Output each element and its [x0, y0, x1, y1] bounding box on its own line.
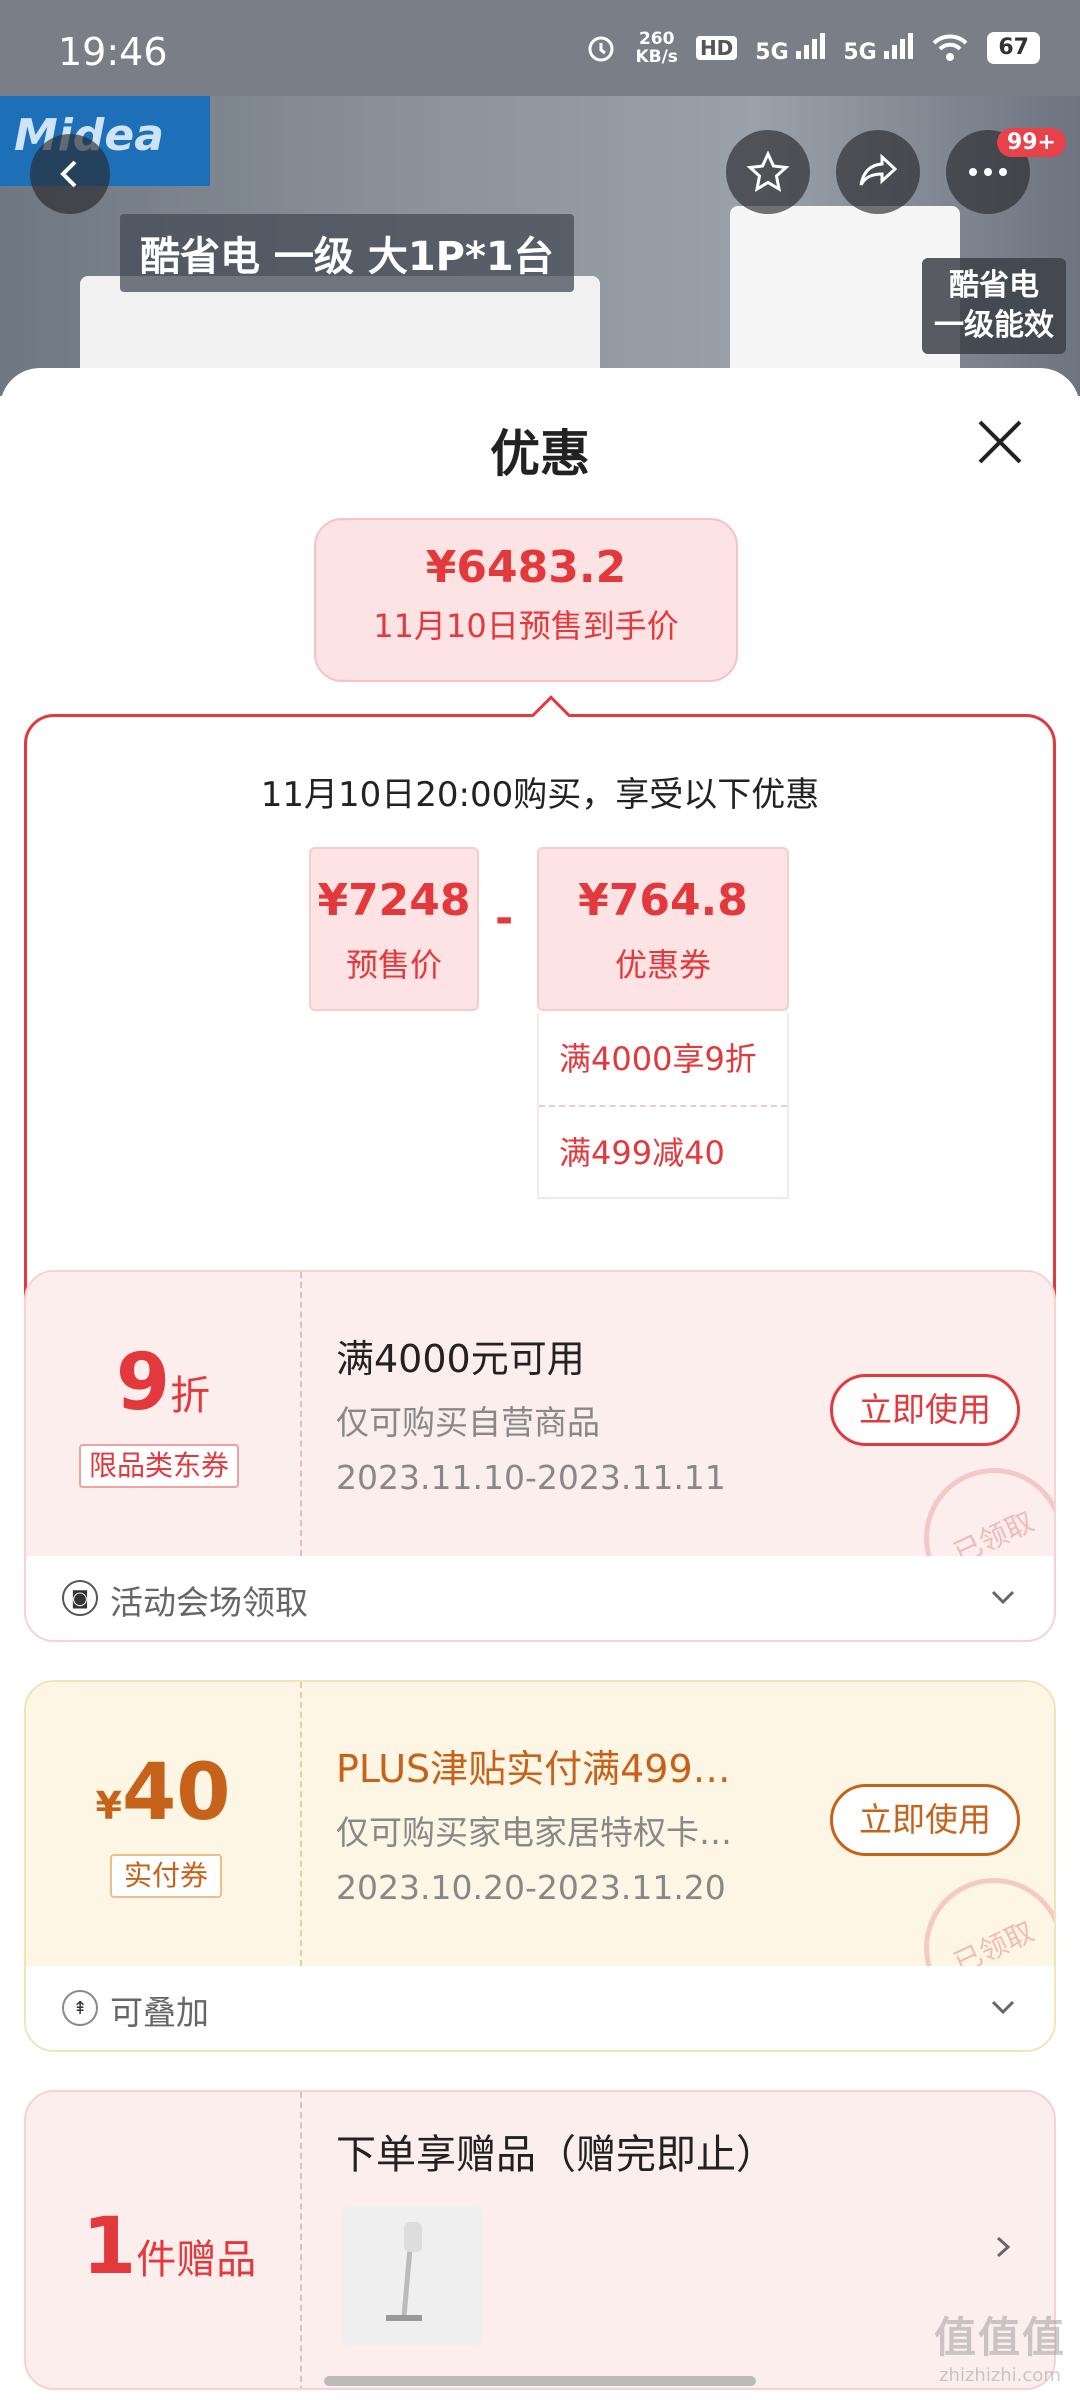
chevron-down-icon[interactable] [986, 1580, 1020, 1614]
presale-price-value: ¥7248 [317, 875, 471, 926]
energy-tag: 酷省电 一级能效 [922, 258, 1066, 354]
gift-title: 下单享赠品（赠完即止） [336, 2132, 776, 2178]
sheet-title: 优惠 [490, 425, 590, 483]
coupon-title: 满4000元可用 [336, 1337, 585, 1381]
coupon-main: ¥40 实付券 PLUS津贴实付满499… 仅可购买家电家居特权卡… 2023.… [26, 1682, 1054, 2042]
coupon-value: ¥40 [26, 1748, 300, 1838]
coupon-footer-text: 可叠加 [110, 1993, 209, 2032]
coupon-currency: ¥ [95, 1784, 122, 1828]
breakdown-headline: 11月10日20:00购买，享受以下优惠 [260, 775, 820, 815]
coupon-total-label: 优惠券 [614, 946, 711, 984]
back-button[interactable] [30, 134, 110, 214]
signal-label: 5G [755, 40, 789, 65]
gift-card[interactable]: 1件赠品 下单享赠品（赠完即止） [24, 2090, 1056, 2390]
coupon-info: PLUS津贴实付满499… 仅可购买家电家居特权卡… 2023.10.20-20… [336, 1682, 1054, 2042]
coupon-info: 满4000元可用 仅可购买自营商品 2023.11.10-2023.11.11 … [336, 1272, 1054, 1632]
final-price-label: 11月10日预售到手价 [373, 607, 679, 645]
use-now-button[interactable]: 立即使用 [830, 1784, 1020, 1856]
coupon-footer[interactable]: ⇞ 可叠加 [26, 1966, 1054, 2050]
coupon-type-tag: 实付券 [110, 1854, 223, 1898]
product-banner: Midea 酷省电 一级 大1P*1台 酷省电 一级能效 [0, 96, 1080, 396]
alarm-icon [588, 36, 614, 62]
signal-5g-2: 5G [843, 31, 914, 65]
chevron-right-icon[interactable] [988, 2232, 1018, 2262]
gift-count-unit: 件赠品 [136, 2237, 257, 2283]
coupon-date: 2023.11.10-2023.11.11 [336, 1458, 726, 1497]
coupon-value-area: ¥40 实付券 [26, 1682, 302, 1966]
status-icons: 260 KB/s HD 5G 5G 67 [585, 30, 1040, 66]
signal-bars-icon [796, 31, 826, 59]
coupon-value-unit: 折 [170, 1373, 211, 1419]
coupon-value-number: 9 [115, 1338, 171, 1428]
presale-price-label: 预售价 [345, 946, 442, 984]
energy-tag-line2: 一级能效 [934, 308, 1054, 343]
coupon-subtitle: 仅可购买家电家居特权卡… [336, 1813, 732, 1852]
chevron-down-icon[interactable] [986, 1990, 1020, 2024]
battery-indicator: 67 [987, 32, 1040, 64]
coupon-rules: 满4000享9折 满499减40 [537, 1013, 789, 1199]
more-badge: 99+ [996, 128, 1066, 157]
more-icon [969, 168, 1007, 176]
vacuum-icon [386, 2222, 422, 2321]
coupon-date: 2023.10.20-2023.11.20 [336, 1868, 726, 1907]
hd-icon: HD [695, 36, 738, 60]
coupon-card-plus: ¥40 实付券 PLUS津贴实付满499… 仅可购买家电家居特权卡… 2023.… [24, 1680, 1056, 2052]
coupon-value: 9折 [26, 1338, 300, 1428]
status-time: 19:46 [58, 30, 168, 74]
final-price-amount: ¥6483.2 [425, 542, 627, 593]
coupon-main: 9折 限品类东券 满4000元可用 仅可购买自营商品 2023.11.10-20… [26, 1272, 1054, 1632]
signal-label: 5G [843, 40, 877, 65]
watermark-main: 值值值 [933, 2313, 1066, 2362]
venue-icon: ◙ [62, 1580, 98, 1616]
watermark: 值值值 zhizhizhi.com [934, 2304, 1066, 2386]
close-button[interactable] [970, 412, 1030, 472]
close-icon [978, 420, 1022, 464]
use-now-button[interactable]: 立即使用 [830, 1374, 1020, 1446]
banner-headline: 酷省电 一级 大1P*1台 [120, 214, 574, 292]
minus-sign: - [495, 893, 514, 944]
signal-bars-icon [884, 31, 914, 59]
final-price-card: ¥6483.2 11月10日预售到手价 [314, 518, 738, 682]
coupon-footer[interactable]: ◙ 活动会场领取 [26, 1556, 1054, 1640]
energy-tag-line1: 酷省电 [949, 268, 1039, 303]
back-icon [60, 160, 77, 188]
coupon-footer-text: 活动会场领取 [110, 1583, 308, 1622]
status-bar: 19:46 260 KB/s HD 5G 5G 67 [0, 0, 1080, 96]
coupon-rule: 满499减40 [539, 1105, 787, 1197]
coupon-type-tag: 限品类东券 [79, 1444, 240, 1488]
net-speed: 260 KB/s [635, 30, 677, 66]
signal-5g-1: 5G [755, 31, 826, 65]
net-speed-unit: KB/s [635, 47, 678, 67]
favorite-button[interactable] [726, 130, 810, 214]
share-icon [859, 153, 898, 186]
gift-product-image[interactable] [342, 2206, 482, 2346]
star-icon [746, 150, 790, 192]
coupon-title: PLUS津贴实付满499… [336, 1747, 731, 1791]
coupon-total-pill: ¥764.8 优惠券 [537, 847, 789, 1011]
coupon-value-number: 40 [121, 1748, 231, 1838]
gift-count-number: 1 [82, 2202, 137, 2292]
coupon-subtitle: 仅可购买自营商品 [336, 1403, 600, 1442]
net-speed-value: 260 [638, 29, 675, 49]
wifi-icon [932, 34, 968, 61]
gift-count: 1件赠品 [82, 2202, 256, 2292]
watermark-sub: zhizhizhi.com [939, 2365, 1061, 2386]
presale-price-pill: ¥7248 预售价 [309, 847, 479, 1011]
callout-notch [531, 695, 571, 735]
home-indicator[interactable] [324, 2376, 756, 2386]
coupon-rule: 满4000享9折 [559, 1040, 757, 1078]
coupon-card-discount: 9折 限品类东券 满4000元可用 仅可购买自营商品 2023.11.10-20… [24, 1270, 1056, 1642]
coupon-total-value: ¥764.8 [578, 875, 748, 926]
stack-icon: ⇞ [62, 1990, 98, 2026]
share-button[interactable] [836, 130, 920, 214]
coupon-value-area: 9折 限品类东券 [26, 1272, 302, 1556]
